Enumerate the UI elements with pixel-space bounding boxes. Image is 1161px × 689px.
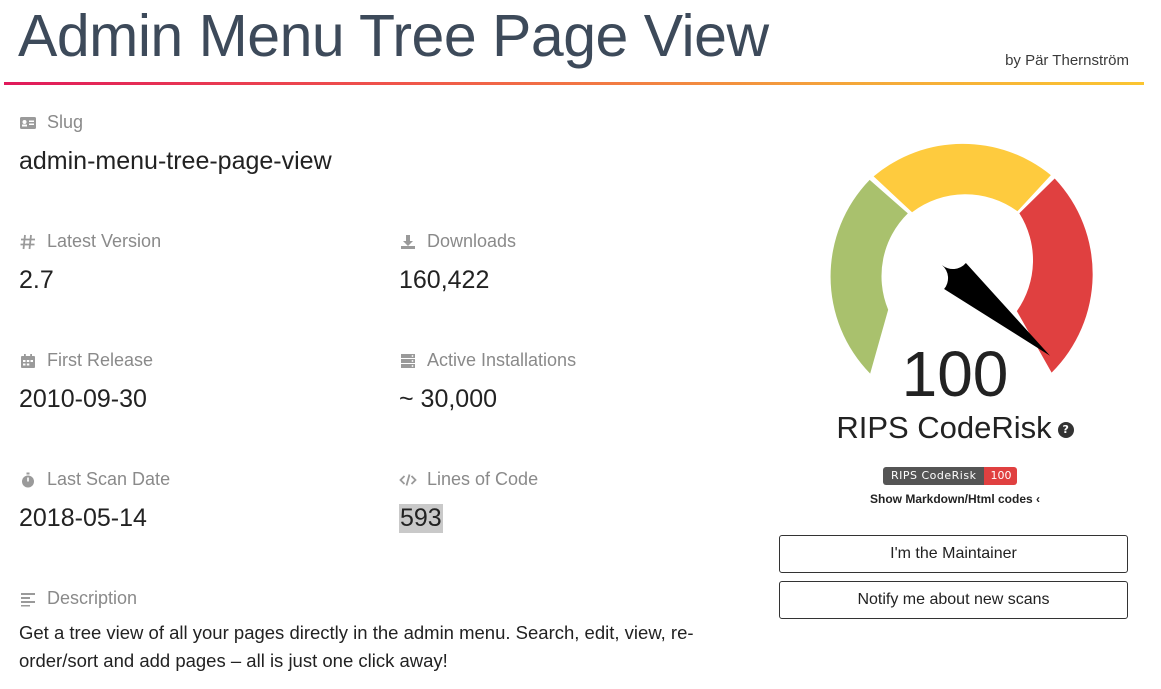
hash-icon xyxy=(19,233,37,251)
author-byline: by Pär Thernström xyxy=(1005,52,1129,69)
description-text: Get a tree view of all your pages direct… xyxy=(19,622,694,671)
coderisk-badge: RIPS CodeRisk 100 xyxy=(883,467,1018,485)
coderisk-caption: RIPS CodeRisk? xyxy=(800,410,1110,446)
first-release-field: First Release 2010-09-30 xyxy=(19,350,153,414)
server-icon xyxy=(399,352,417,370)
latest-version-label: Latest Version xyxy=(47,231,162,251)
show-markdown-link[interactable]: Show Markdown/Html codes ‹ xyxy=(800,492,1110,506)
gauge-yellow-segment xyxy=(873,143,1051,213)
help-icon[interactable]: ? xyxy=(1057,421,1074,438)
calendar-icon xyxy=(19,352,37,370)
badge-label: RIPS CodeRisk xyxy=(883,467,985,485)
maintainer-button[interactable]: I'm the Maintainer xyxy=(779,535,1128,573)
latest-version-field: Latest Version 2.7 xyxy=(19,231,161,295)
slug-field: Slug admin-menu-tree-page-view xyxy=(19,112,332,176)
active-installations-label: Active Installations xyxy=(427,350,577,370)
downloads-value: 160,422 xyxy=(399,266,490,294)
lines-of-code-label: Lines of Code xyxy=(427,469,539,489)
slug-value: admin-menu-tree-page-view xyxy=(19,147,332,175)
description-label: Description xyxy=(47,588,138,608)
downloads-field: Downloads 160,422 xyxy=(399,231,516,295)
download-icon xyxy=(399,233,417,251)
coderisk-score: 100 xyxy=(901,338,1009,410)
stopwatch-icon xyxy=(19,471,37,489)
latest-version-value: 2.7 xyxy=(19,266,54,294)
title-divider xyxy=(4,82,1144,85)
align-left-icon xyxy=(19,590,37,608)
active-installations-value: ~ 30,000 xyxy=(399,385,498,413)
downloads-label: Downloads xyxy=(427,231,517,251)
slug-label: Slug xyxy=(47,112,84,132)
lines-of-code-value: 593 xyxy=(399,504,443,533)
code-icon xyxy=(399,471,417,489)
show-markdown-text: Show Markdown/Html codes xyxy=(869,492,1033,506)
last-scan-date-value: 2018-05-14 xyxy=(19,504,147,532)
active-installations-field: Active Installations ~ 30,000 xyxy=(399,350,576,414)
notify-scans-button[interactable]: Notify me about new scans xyxy=(779,581,1128,619)
page-title: Admin Menu Tree Page View xyxy=(18,3,769,69)
first-release-label: First Release xyxy=(47,350,154,370)
first-release-value: 2010-09-30 xyxy=(19,385,147,413)
coderisk-caption-text: RIPS CodeRisk xyxy=(836,410,1052,445)
badge-value: 100 xyxy=(984,467,1018,485)
chevron-left-icon: ‹ xyxy=(1036,492,1041,506)
last-scan-date-label: Last Scan Date xyxy=(47,469,171,489)
last-scan-date-field: Last Scan Date 2018-05-14 xyxy=(19,469,170,533)
description-field: Description Get a tree view of all your … xyxy=(19,588,719,675)
lines-of-code-field: Lines of Code 593 xyxy=(399,469,538,533)
id-card-icon xyxy=(19,114,37,132)
